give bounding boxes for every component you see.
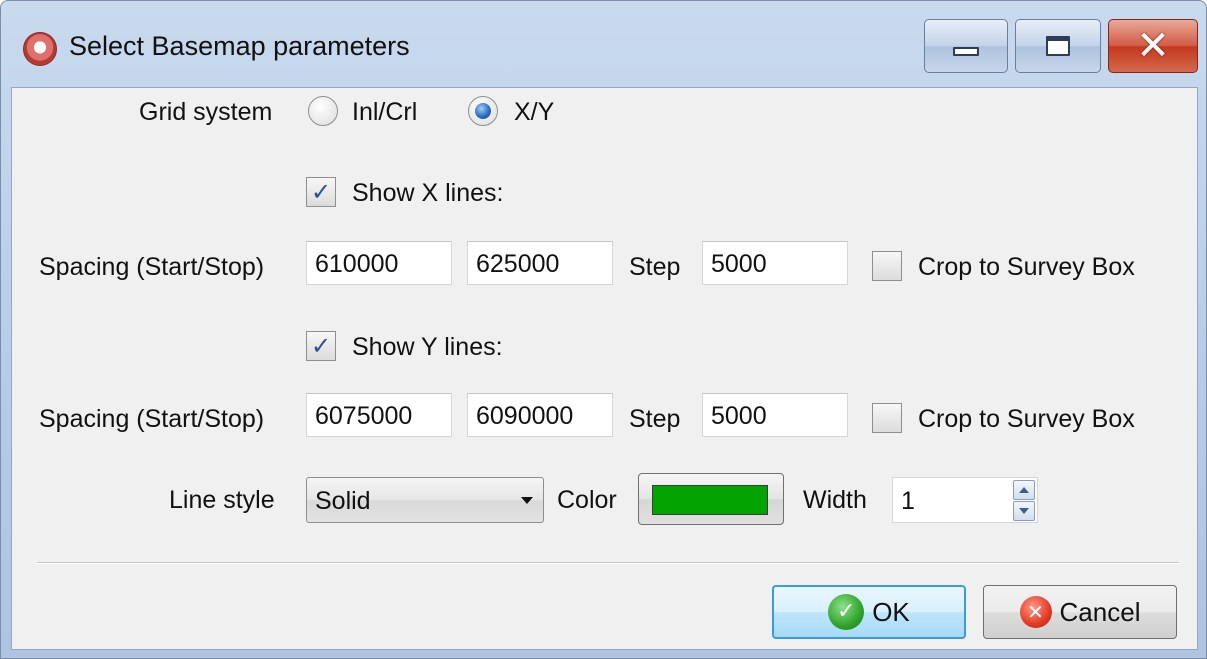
width-label: Width bbox=[803, 486, 867, 514]
y-step-input[interactable]: 5000 bbox=[702, 393, 848, 437]
line-style-select[interactable]: Solid bbox=[306, 477, 544, 523]
y-crop-label[interactable]: Crop to Survey Box bbox=[918, 405, 1135, 434]
y-spacing-label: Spacing (Start/Stop) bbox=[39, 405, 265, 433]
color-swatch bbox=[652, 485, 768, 515]
cancel-button-label: Cancel bbox=[1059, 596, 1141, 627]
radio-inl-crl[interactable] bbox=[308, 96, 338, 126]
maximize-button[interactable] bbox=[1015, 19, 1101, 73]
separator bbox=[37, 562, 1179, 564]
close-button[interactable]: ✕ bbox=[1108, 19, 1198, 73]
maximize-icon bbox=[1046, 36, 1070, 56]
x-step-label: Step bbox=[629, 253, 681, 281]
x-crop-checkbox[interactable] bbox=[872, 251, 902, 281]
radio-inl-crl-label[interactable]: Inl/Crl bbox=[352, 98, 417, 127]
line-style-label: Line style bbox=[169, 486, 275, 514]
minimize-button[interactable] bbox=[924, 19, 1008, 73]
close-icon: ✕ bbox=[1136, 23, 1170, 69]
x-spacing-label: Spacing (Start/Stop) bbox=[39, 253, 265, 281]
chevron-down-icon bbox=[521, 497, 533, 504]
line-style-value: Solid bbox=[315, 487, 371, 515]
show-x-lines-label[interactable]: Show X lines: bbox=[352, 179, 503, 208]
width-value: 1 bbox=[901, 487, 915, 515]
x-stop-input[interactable]: 625000 bbox=[467, 241, 613, 285]
app-icon bbox=[23, 32, 57, 66]
dialog-body: Grid system Inl/Crl X/Y ✓ Show X lines: … bbox=[11, 87, 1198, 650]
y-stop-input[interactable]: 6090000 bbox=[467, 393, 613, 437]
width-spinbox[interactable]: 1 bbox=[892, 477, 1038, 523]
x-step-input[interactable]: 5000 bbox=[702, 241, 848, 285]
y-start-input[interactable]: 6075000 bbox=[306, 393, 452, 437]
minimize-icon bbox=[953, 46, 979, 56]
show-y-lines-checkbox[interactable]: ✓ bbox=[306, 331, 336, 361]
cancel-icon: ✕ bbox=[1019, 596, 1052, 628]
y-step-label: Step bbox=[629, 405, 681, 433]
ok-button-label: OK bbox=[872, 596, 910, 627]
window-title: Select Basemap parameters bbox=[69, 31, 410, 61]
show-x-lines-checkbox[interactable]: ✓ bbox=[306, 177, 336, 207]
radio-x-y-label[interactable]: X/Y bbox=[514, 98, 554, 127]
ok-button[interactable]: ✓ OK bbox=[772, 585, 966, 639]
x-start-input[interactable]: 610000 bbox=[306, 241, 452, 285]
color-label: Color bbox=[557, 486, 617, 514]
color-picker-button[interactable] bbox=[638, 473, 784, 525]
check-icon: ✓ bbox=[828, 594, 865, 630]
grid-system-label: Grid system bbox=[139, 98, 273, 126]
spin-up-icon[interactable] bbox=[1013, 480, 1035, 500]
y-crop-checkbox[interactable] bbox=[872, 403, 902, 433]
dialog-window: Select Basemap parameters ✕ Grid system … bbox=[0, 0, 1207, 659]
spin-down-icon[interactable] bbox=[1013, 501, 1035, 521]
title-bar[interactable]: Select Basemap parameters ✕ bbox=[1, 1, 1206, 87]
x-crop-label[interactable]: Crop to Survey Box bbox=[918, 253, 1135, 282]
show-y-lines-label[interactable]: Show Y lines: bbox=[352, 333, 503, 362]
cancel-button[interactable]: ✕ Cancel bbox=[983, 585, 1177, 639]
radio-x-y[interactable] bbox=[468, 96, 498, 126]
